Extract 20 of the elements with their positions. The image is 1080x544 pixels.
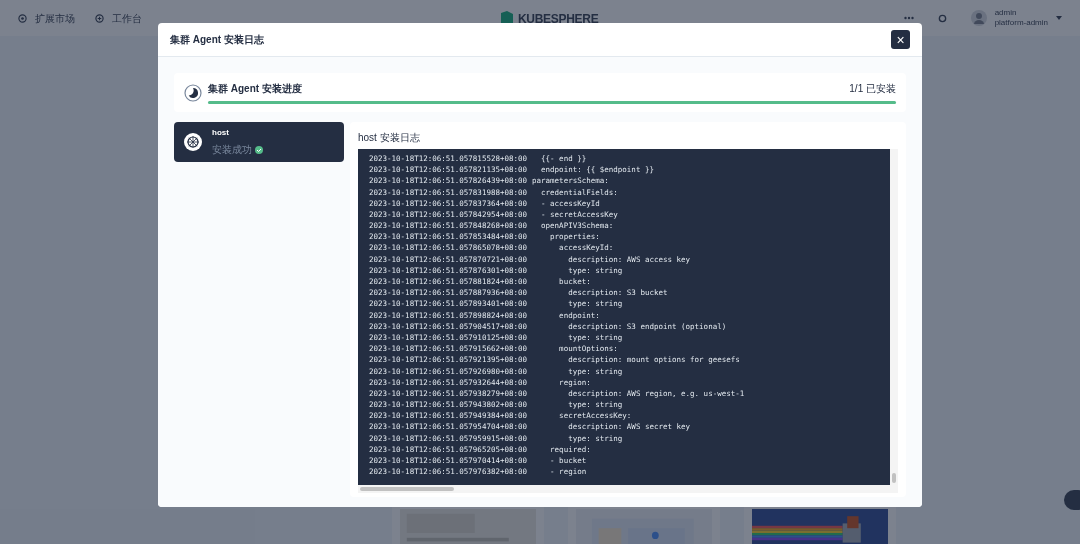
log-title: host 安装日志 xyxy=(358,131,421,145)
more-icon[interactable] xyxy=(903,16,914,20)
caret-icon[interactable] xyxy=(1056,16,1062,20)
settings-icon[interactable] xyxy=(937,13,947,23)
dialog-title: 集群 Agent 安装日志 xyxy=(170,33,264,47)
logo-text: KUBESPHERE xyxy=(518,11,599,28)
user-role: platform-admin xyxy=(994,18,1048,28)
user-name: admin xyxy=(994,8,1018,18)
cluster-name: host xyxy=(212,127,230,139)
progress-title: 集群 Agent 安装进度 xyxy=(208,82,302,96)
cluster-status: 安装成功 xyxy=(212,143,252,157)
close-button[interactable]: × xyxy=(891,30,910,49)
avatar-icon xyxy=(970,10,987,26)
nav-link[interactable]: 工作台 xyxy=(95,10,142,26)
nav-link[interactable]: 扩展市场 xyxy=(18,10,75,26)
grid-icon xyxy=(95,13,104,23)
kubernetes-icon xyxy=(184,133,202,151)
progress-count: 1/1 已安装 xyxy=(849,82,896,96)
cluster-item[interactable]: host 安装成功 xyxy=(174,122,344,162)
progress-icon xyxy=(184,83,202,102)
